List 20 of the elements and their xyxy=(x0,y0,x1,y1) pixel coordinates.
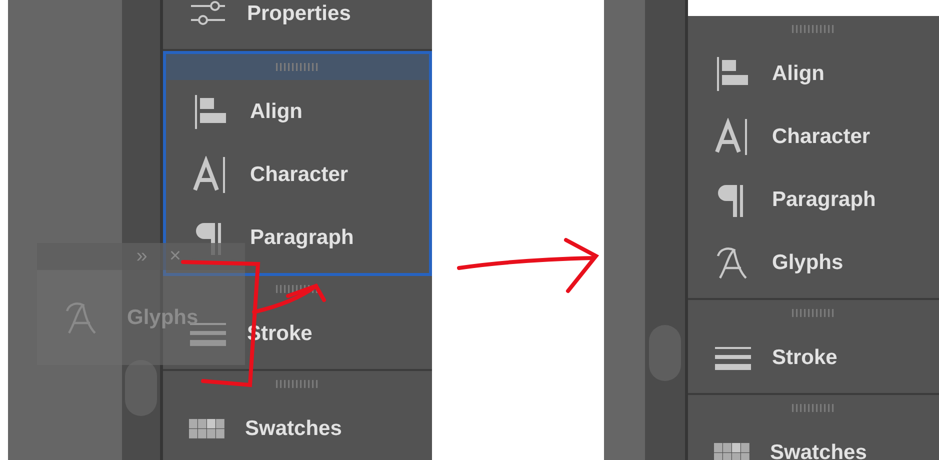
grip-icon[interactable] xyxy=(274,380,320,388)
panel-name[interactable]: Glyphs xyxy=(772,250,844,274)
swatches-grid-icon xyxy=(714,442,750,460)
panel-name[interactable]: Character xyxy=(772,124,870,148)
swatches-grid-icon xyxy=(189,418,225,438)
panel-name[interactable]: Align xyxy=(772,62,824,86)
panel-name[interactable]: Paragraph xyxy=(772,188,876,212)
panel-name[interactable]: Swatches xyxy=(245,416,342,440)
panel-name[interactable]: Character xyxy=(250,162,348,186)
grip-icon[interactable] xyxy=(274,63,320,71)
grip-icon[interactable] xyxy=(790,309,836,317)
scroll-thumb[interactable] xyxy=(125,360,157,416)
grip-icon[interactable] xyxy=(790,25,836,33)
panel-name[interactable]: Swatches xyxy=(770,440,867,460)
grip-icon[interactable] xyxy=(274,285,320,293)
panel-name[interactable]: Properties xyxy=(247,2,351,26)
grip-icon[interactable] xyxy=(790,404,836,412)
panel-name[interactable]: Stroke xyxy=(772,346,838,370)
panel-name[interactable]: Align xyxy=(250,100,302,124)
panel-name[interactable]: Paragraph xyxy=(250,226,354,250)
